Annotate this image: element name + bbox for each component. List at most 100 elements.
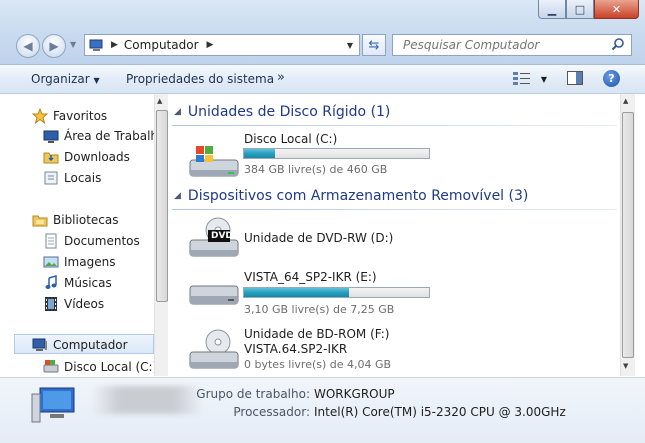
- drive-c-usage-bar: [243, 148, 430, 159]
- arrow-left-icon: ◀: [23, 39, 33, 53]
- maximize-button[interactable]: □: [566, 0, 594, 19]
- computer-icon: [30, 384, 78, 429]
- documents-icon: [43, 233, 59, 249]
- arrow-right-icon: ▶: [49, 39, 59, 53]
- scroll-up-icon[interactable]: ▲: [157, 97, 162, 105]
- libraries-icon: [32, 212, 48, 228]
- chevron-down-icon: ▼: [93, 76, 100, 85]
- hard-drive-icon: [43, 359, 59, 375]
- drive-c-name: Disco Local (C:): [244, 132, 338, 146]
- nav-documentos-label: Documentos: [64, 234, 140, 248]
- drive-c[interactable]: Disco Local (C:) 384 GB livre(s) de 460 …: [188, 132, 488, 184]
- search-input[interactable]: [401, 37, 605, 53]
- drive-e[interactable]: VISTA_64_SP2-IKR (E:) 3,10 GB livre(s) d…: [188, 270, 488, 316]
- nav-imagens-label: Imagens: [64, 255, 116, 269]
- removable-drive-icon: [188, 284, 240, 311]
- help-button[interactable]: ?: [603, 70, 620, 87]
- preview-pane-button[interactable]: [567, 71, 583, 88]
- help-icon: ?: [608, 72, 615, 85]
- videos-icon: [43, 296, 59, 312]
- processor-value: Intel(R) Core(TM) i5-2320 CPU @ 3.00GHz: [314, 405, 566, 419]
- drive-d[interactable]: DVD Unidade de DVD-RW (D:): [188, 214, 488, 262]
- group-hard-drives[interactable]: ◢ Unidades de Disco Rígido (1): [174, 104, 390, 120]
- drive-c-free-space: 384 GB livre(s) de 460 GB: [244, 163, 388, 176]
- recent-pages-chevron-icon[interactable]: ▼: [70, 40, 76, 49]
- group-removable[interactable]: ◢ Dispositivos com Armazenamento Removív…: [174, 188, 528, 204]
- breadcrumb-separator-icon[interactable]: ▶: [111, 40, 118, 50]
- nav-downloads-label: Downloads: [64, 150, 130, 164]
- group-divider: [172, 125, 617, 126]
- nav-disco-local-c[interactable]: Disco Local (C:): [43, 359, 154, 375]
- nav-videos[interactable]: Vídeos: [43, 296, 104, 312]
- nav-computador-label: Computador: [53, 338, 128, 352]
- scroll-down-icon[interactable]: ▼: [623, 362, 628, 370]
- view-list-icon: [513, 72, 531, 88]
- nav-bibliotecas-label: Bibliotecas: [53, 213, 119, 227]
- nav-favoritos[interactable]: Favoritos: [31, 107, 108, 125]
- breadcrumb-computador[interactable]: Computador: [124, 38, 199, 52]
- downloads-folder-icon: [43, 149, 59, 165]
- collapse-chevron-icon: ◢: [174, 191, 181, 201]
- star-icon: [31, 107, 49, 125]
- nav-videos-label: Vídeos: [64, 297, 105, 311]
- window-controls: ▁ □ ✕: [538, 0, 639, 19]
- system-properties-button[interactable]: Propriedades do sistema: [126, 72, 274, 86]
- details-pane: Grupo de trabalho: WORKGROUP Processador…: [0, 377, 645, 443]
- nav-musicas-label: Músicas: [64, 276, 112, 290]
- dvd-badge: DVD: [211, 231, 233, 241]
- minimize-button[interactable]: ▁: [538, 0, 566, 19]
- drive-f[interactable]: Unidade de BD-ROM (F:) VISTA.64.SP2-IKR …: [188, 326, 488, 374]
- change-view-button[interactable]: ▼: [513, 71, 547, 88]
- nav-musicas[interactable]: Músicas: [43, 275, 112, 291]
- navigation-scroll-thumb[interactable]: [156, 110, 168, 302]
- drive-f-volume-label: VISTA.64.SP2-IKR: [244, 342, 348, 356]
- search-box[interactable]: [392, 34, 632, 56]
- scroll-up-icon[interactable]: ▲: [623, 97, 628, 105]
- blurred-computer-name: [92, 386, 202, 414]
- address-dropdown-icon[interactable]: ▼: [347, 41, 353, 50]
- music-icon: [43, 275, 59, 291]
- drive-f-name: Unidade de BD-ROM (F:): [244, 327, 390, 341]
- drive-c-usage-fill: [244, 149, 275, 158]
- drive-f-free-space: 0 bytes livre(s) de 4,04 GB: [244, 358, 392, 371]
- refresh-icon: ⇆: [368, 37, 380, 53]
- content-scrollbar[interactable]: ▲ ▼: [620, 94, 635, 376]
- nav-bibliotecas[interactable]: Bibliotecas: [32, 212, 118, 228]
- breadcrumb-separator-icon[interactable]: ▶: [207, 40, 214, 50]
- navigation-pane: Favoritos Área de Trabalho Downloads Loc…: [0, 94, 154, 376]
- nav-locais-label: Locais: [64, 171, 102, 185]
- close-button[interactable]: ✕: [594, 0, 639, 19]
- drive-e-usage-fill: [244, 288, 350, 297]
- nav-documentos[interactable]: Documentos: [43, 233, 140, 249]
- nav-downloads[interactable]: Downloads: [43, 149, 130, 165]
- nav-area-de-trabalho[interactable]: Área de Trabalho: [43, 128, 154, 144]
- workgroup-value: WORKGROUP: [314, 387, 395, 401]
- preview-pane-icon: [567, 71, 583, 88]
- drive-e-name: VISTA_64_SP2-IKR (E:): [244, 270, 377, 284]
- nav-area-de-trabalho-label: Área de Trabalho: [64, 129, 154, 143]
- content-pane: ◢ Unidades de Disco Rígido (1) Disco Loc…: [168, 94, 620, 376]
- processor-label: Processador:: [233, 405, 310, 419]
- drive-d-name: Unidade de DVD-RW (D:): [244, 231, 394, 245]
- organize-button[interactable]: Organizar ▼: [31, 72, 100, 86]
- back-button[interactable]: ◀: [16, 34, 40, 58]
- nav-disco-local-c-label: Disco Local (C:): [64, 360, 154, 374]
- forward-button[interactable]: ▶: [42, 34, 66, 58]
- content-scroll-thumb[interactable]: [622, 112, 634, 358]
- navigation-scrollbar[interactable]: ▲: [154, 94, 169, 376]
- collapse-chevron-icon: ◢: [174, 107, 181, 117]
- recent-places-icon: [43, 170, 59, 186]
- more-commands-button[interactable]: »: [277, 70, 285, 85]
- nav-imagens[interactable]: Imagens: [43, 254, 115, 270]
- refresh-button[interactable]: ⇆: [362, 34, 386, 56]
- nav-favoritos-label: Favoritos: [53, 109, 108, 123]
- computer-icon: [89, 39, 105, 52]
- search-icon[interactable]: [611, 37, 625, 54]
- workgroup-label: Grupo de trabalho:: [196, 387, 310, 401]
- address-bar[interactable]: ▶ Computador ▶ ▼: [84, 34, 360, 56]
- nav-computador[interactable]: Computador: [32, 337, 128, 353]
- nav-locais[interactable]: Locais: [43, 170, 101, 186]
- drive-e-free-space: 3,10 GB livre(s) de 7,25 GB: [244, 303, 395, 316]
- drive-e-usage-bar: [243, 287, 430, 298]
- chevron-down-icon: ▼: [540, 75, 547, 84]
